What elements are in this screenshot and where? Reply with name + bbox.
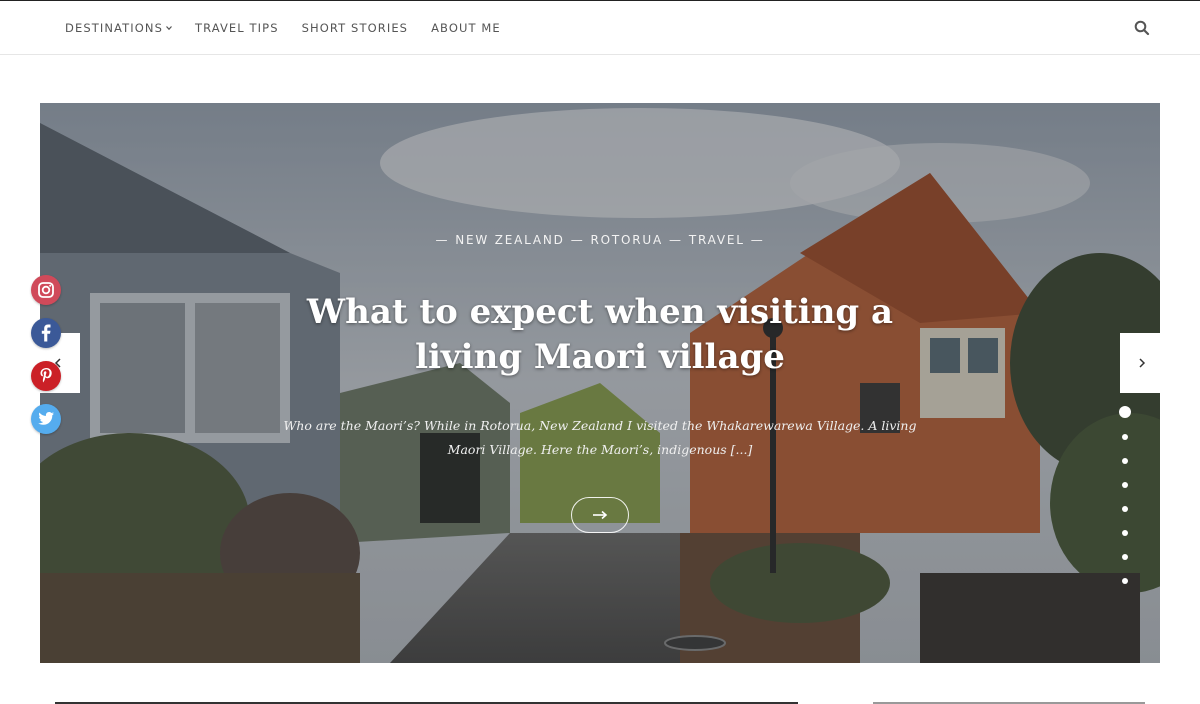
slider-dot-8[interactable] bbox=[1122, 578, 1128, 584]
slider-dot-2[interactable] bbox=[1122, 434, 1128, 440]
nav-item-destinations[interactable]: DESTINATIONS bbox=[65, 21, 172, 35]
chevron-down-icon bbox=[166, 26, 172, 31]
featured-post-slider: — NEW ZEALAND — ROTORUA — TRAVEL — What to exp… bbox=[40, 103, 1160, 663]
slider-dot-4[interactable] bbox=[1122, 482, 1128, 488]
nav-item-label: ABOUT ME bbox=[431, 21, 501, 35]
main-menu: DESTINATIONS TRAVEL TIPS SHORT STORIES A… bbox=[65, 1, 524, 55]
read-more-button[interactable] bbox=[571, 497, 629, 533]
instagram-icon[interactable] bbox=[31, 275, 61, 305]
top-navigation-bar: DESTINATIONS TRAVEL TIPS SHORT STORIES A… bbox=[0, 0, 1200, 55]
category-link[interactable]: TRAVEL bbox=[689, 233, 745, 247]
search-icon[interactable] bbox=[1133, 19, 1151, 37]
arrow-right-icon bbox=[593, 510, 608, 520]
slider-dot-1[interactable] bbox=[1119, 406, 1131, 418]
twitter-icon[interactable] bbox=[31, 404, 61, 434]
nav-item-label: TRAVEL TIPS bbox=[194, 21, 279, 35]
nav-item-short-stories[interactable]: SHORT STORIES bbox=[302, 21, 408, 35]
nav-item-about-me[interactable]: ABOUT ME bbox=[431, 21, 501, 35]
pinterest-icon[interactable] bbox=[31, 361, 61, 391]
post-categories: — NEW ZEALAND — ROTORUA — TRAVEL — bbox=[435, 233, 765, 247]
slider-dot-3[interactable] bbox=[1122, 458, 1128, 464]
chevron-right-icon bbox=[1139, 358, 1146, 368]
post-title[interactable]: What to expect when visiting a living Ma… bbox=[260, 290, 940, 380]
nav-item-label: DESTINATIONS bbox=[65, 21, 163, 35]
facebook-icon[interactable] bbox=[31, 318, 61, 348]
slider-next-button[interactable] bbox=[1120, 333, 1160, 393]
slider-dot-6[interactable] bbox=[1122, 530, 1128, 536]
post-excerpt: Who are the Maori’s? While in Rotorua, N… bbox=[283, 418, 917, 457]
category-link[interactable]: ROTORUA bbox=[591, 233, 664, 247]
slider-dot-7[interactable] bbox=[1122, 554, 1128, 560]
nav-item-travel-tips[interactable]: TRAVEL TIPS bbox=[195, 21, 279, 35]
nav-item-label: SHORT STORIES bbox=[301, 21, 409, 35]
slider-dot-5[interactable] bbox=[1122, 506, 1128, 512]
category-link[interactable]: NEW ZEALAND bbox=[455, 233, 564, 247]
slide-overlay bbox=[40, 103, 1160, 663]
